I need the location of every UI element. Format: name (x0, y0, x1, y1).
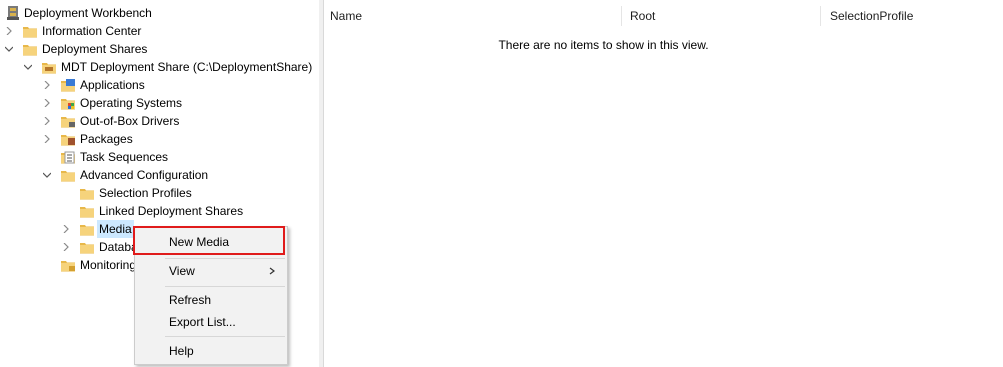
tree-item-task-sequences[interactable]: Task Sequences (0, 148, 319, 166)
tree-item-deployment-workbench[interactable]: Deployment Workbench (0, 4, 319, 22)
column-divider[interactable] (621, 6, 622, 26)
tree-label: Selection Profiles (99, 186, 192, 200)
monitoring-icon (60, 257, 76, 273)
menu-item-label: Help (169, 344, 194, 358)
list-view[interactable]: Name Root SelectionProfile There are no … (324, 0, 1003, 367)
menu-item-help[interactable]: Help (135, 340, 287, 362)
operating-systems-icon (60, 95, 76, 111)
menu-item-label: Refresh (169, 293, 212, 307)
chevron-right-icon[interactable] (3, 22, 15, 40)
folder-icon (22, 41, 38, 57)
tree-label: Deployment Shares (42, 42, 148, 56)
tree-label: Packages (80, 132, 133, 146)
chevron-right-icon[interactable] (41, 76, 53, 94)
tree-label: Monitoring (80, 258, 137, 272)
tree-item-mdt-deployment-share[interactable]: MDT Deployment Share (C:\DeploymentShare… (0, 58, 319, 76)
column-header-name[interactable]: Name (324, 4, 626, 28)
tree-item-selection-profiles[interactable]: Selection Profiles (0, 184, 319, 202)
chevron-right-icon[interactable] (60, 238, 72, 256)
menu-item-export-list[interactable]: Export List... (135, 311, 287, 333)
tree-label: MDT Deployment Share (C:\DeploymentShare… (61, 60, 313, 74)
annotation-highlight-box (133, 226, 285, 255)
chevron-right-icon[interactable] (60, 220, 72, 238)
empty-list-message: There are no items to show in this view. (498, 38, 709, 52)
tree-label: Task Sequences (80, 150, 169, 164)
tree-item-applications[interactable]: Applications (0, 76, 319, 94)
chevron-down-icon[interactable] (3, 40, 15, 58)
tree-item-drivers[interactable]: Out-of-Box Drivers (0, 112, 319, 130)
folder-icon (22, 23, 38, 39)
tree-item-packages[interactable]: Packages (0, 130, 319, 148)
chevron-right-icon[interactable] (41, 94, 53, 112)
menu-separator (165, 258, 285, 259)
packages-icon (60, 131, 76, 147)
chevron-right-icon[interactable] (41, 112, 53, 130)
folder-icon (79, 185, 95, 201)
menu-item-label: Export List... (169, 315, 236, 329)
tree-item-operating-systems[interactable]: Operating Systems (0, 94, 319, 112)
workbench-icon (5, 5, 21, 21)
chevron-down-icon[interactable] (22, 58, 34, 76)
folder-icon (79, 239, 95, 255)
menu-separator (165, 286, 285, 287)
chevron-right-icon[interactable] (41, 130, 53, 148)
column-divider[interactable] (820, 6, 821, 26)
tree-label: Deployment Workbench (24, 6, 152, 20)
menu-separator (165, 336, 285, 337)
applications-icon (60, 77, 76, 93)
drivers-icon (60, 113, 76, 129)
column-header-selectionprofile[interactable]: SelectionProfile (824, 4, 1000, 28)
tree-label: Operating Systems (80, 96, 183, 110)
folder-icon (79, 203, 95, 219)
tree-item-linked-deployment-shares[interactable]: Linked Deployment Shares (0, 202, 319, 220)
chevron-right-icon (269, 260, 275, 289)
menu-item-view[interactable]: View (135, 260, 287, 282)
tree-label: Out-of-Box Drivers (80, 114, 180, 128)
folder-icon (79, 221, 95, 237)
menu-item-label: View (169, 264, 195, 278)
tree-label: Advanced Configuration (80, 168, 209, 182)
column-header-root[interactable]: Root (624, 4, 824, 28)
tree-label-selected: Media (97, 220, 134, 238)
tree-label: Information Center (42, 24, 142, 38)
deployment-share-icon (41, 59, 57, 75)
menu-item-refresh[interactable]: Refresh (135, 289, 287, 311)
folder-icon (60, 167, 76, 183)
task-sequences-icon (60, 149, 76, 165)
chevron-down-icon[interactable] (41, 166, 53, 184)
tree-item-advanced-configuration[interactable]: Advanced Configuration (0, 166, 319, 184)
tree-label: Applications (80, 78, 145, 92)
tree-label: Linked Deployment Shares (99, 204, 244, 218)
